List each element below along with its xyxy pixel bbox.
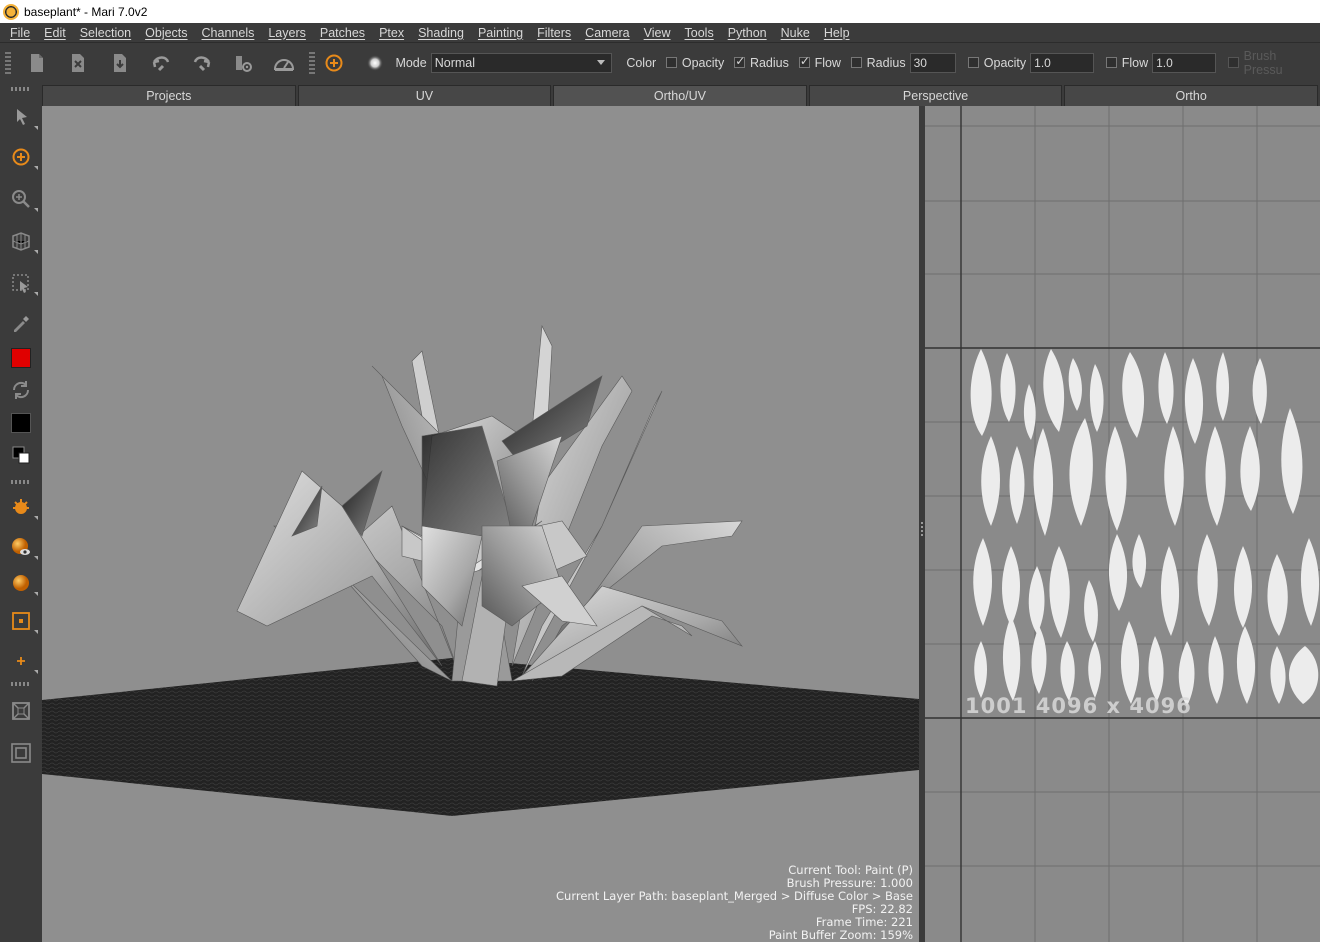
menu-painting[interactable]: Painting <box>478 26 523 40</box>
chevron-down-icon <box>597 60 606 65</box>
default-colors-button[interactable] <box>8 442 34 468</box>
menu-nuke[interactable]: Nuke <box>781 26 810 40</box>
tab-ortho[interactable]: Ortho <box>1064 85 1318 106</box>
viewport-hud: Current Tool: Paint (P) Brush Pressure: … <box>556 864 913 942</box>
fit-all-button[interactable] <box>8 740 34 766</box>
menu-patches[interactable]: Patches <box>320 26 365 40</box>
menu-shading[interactable]: Shading <box>418 26 464 40</box>
clone-tool-button[interactable] <box>8 186 38 212</box>
radius-label: Radius <box>866 55 906 70</box>
splitter-grip[interactable] <box>921 520 923 536</box>
menu-camera[interactable]: Camera <box>585 26 629 40</box>
new-file-icon[interactable] <box>25 51 50 75</box>
flow-field[interactable]: 1.0 <box>1152 52 1216 73</box>
flow-label: Flow <box>1121 55 1149 70</box>
radius-pressure-checkbox[interactable] <box>734 54 745 68</box>
fit-view-button[interactable] <box>8 698 34 724</box>
swap-colors-button[interactable] <box>8 377 34 403</box>
undo-icon[interactable] <box>148 51 173 75</box>
blend-mode-select[interactable]: Normal <box>430 52 613 73</box>
menu-ptex[interactable]: Ptex <box>379 26 404 40</box>
mode-label: Mode <box>395 55 427 70</box>
opacity-pressure-label: Opacity <box>681 55 725 70</box>
redo-icon[interactable] <box>189 51 214 75</box>
secondary-color-fill <box>11 413 31 433</box>
menu-tools[interactable]: Tools <box>685 26 714 40</box>
paint-tool-button[interactable] <box>8 144 38 170</box>
menu-filters[interactable]: Filters <box>537 26 571 40</box>
projection-grid-button[interactable] <box>8 228 38 254</box>
close-file-icon[interactable] <box>66 51 91 75</box>
tab-uv[interactable]: UV <box>297 85 552 106</box>
frame-selection-button[interactable] <box>8 608 38 634</box>
flow-pressure-checkbox[interactable] <box>798 54 810 68</box>
menu-help[interactable]: Help <box>824 26 850 40</box>
tab-projects[interactable]: Projects <box>42 85 296 106</box>
performance-gauge-icon[interactable] <box>271 51 296 75</box>
tab-ortho-uv[interactable]: Ortho/UV <box>553 85 807 106</box>
palette-grip[interactable] <box>11 87 31 91</box>
opacity-field[interactable]: 1.0 <box>1030 52 1095 73</box>
title-bar: baseplant* - Mari 7.0v2 <box>0 0 1320 23</box>
flow-checkbox[interactable] <box>1106 57 1117 68</box>
radius-checkbox[interactable] <box>850 57 862 68</box>
uv-grid <box>925 106 1320 942</box>
menu-file[interactable]: File <box>10 26 30 40</box>
radius-field[interactable]: 30 <box>909 52 957 73</box>
uv-viewport[interactable]: 1001 4096 x 4096 <box>925 106 1320 942</box>
uv-tile-label: 1001 4096 x 4096 <box>965 694 1192 718</box>
eyedropper-button[interactable] <box>8 310 34 336</box>
menu-channels[interactable]: Channels <box>202 26 255 40</box>
secondary-color-swatch[interactable] <box>8 410 34 436</box>
main-toolbar: Mode Normal Color Opacity Radius Flow Ra… <box>0 42 1320 82</box>
menu-python[interactable]: Python <box>728 26 767 40</box>
uv-shells <box>970 349 1320 706</box>
menu-selection[interactable]: Selection <box>80 26 131 40</box>
opacity-label: Opacity <box>983 55 1027 70</box>
hud-paint-buffer-zoom: Paint Buffer Zoom: 159% <box>768 928 913 942</box>
toolbar-grip[interactable] <box>5 51 11 74</box>
color-label: Color <box>626 55 657 70</box>
menu-view[interactable]: View <box>644 26 671 40</box>
brush-preview-icon[interactable] <box>362 51 387 75</box>
window-title: baseplant* - Mari 7.0v2 <box>24 4 148 19</box>
plant-mesh <box>236 324 743 687</box>
paint-tool-icon[interactable] <box>321 51 346 75</box>
menu-layers[interactable]: Layers <box>268 26 306 40</box>
toolbar-grip-2[interactable] <box>309 51 316 74</box>
opacity-checkbox[interactable] <box>968 57 979 68</box>
blend-mode-value: Normal <box>434 55 476 70</box>
view-tabs: Projects UV Ortho/UV Perspective Ortho <box>42 82 1320 106</box>
tab-perspective[interactable]: Perspective <box>808 85 1063 106</box>
palette-grip-3[interactable] <box>11 682 31 686</box>
visibility-toggle-button[interactable] <box>8 534 38 560</box>
object-sphere-button[interactable] <box>8 570 38 596</box>
menu-objects[interactable]: Objects <box>145 26 187 40</box>
select-tool-button[interactable] <box>8 104 38 130</box>
add-marker-button[interactable] <box>8 648 38 674</box>
primary-color-swatch[interactable] <box>8 345 34 371</box>
3d-viewport[interactable]: Current Tool: Paint (P) Brush Pressure: … <box>42 106 919 942</box>
radius-pressure-label: Radius <box>749 55 789 70</box>
tool-palette <box>0 82 42 942</box>
palette-grip-2[interactable] <box>11 480 31 484</box>
opacity-pressure-checkbox[interactable] <box>666 57 677 68</box>
brush-pressure-checkbox[interactable] <box>1227 57 1239 68</box>
menu-edit[interactable]: Edit <box>44 26 66 40</box>
save-file-icon[interactable] <box>107 51 132 75</box>
mari-app-icon <box>3 3 19 20</box>
menu-bar: File Edit Selection Objects Channels Lay… <box>0 23 1320 42</box>
viewport-scene <box>42 324 919 816</box>
shader-tool-button[interactable] <box>8 494 38 520</box>
project-settings-icon[interactable] <box>230 51 255 75</box>
brush-pressure-label: Brush Pressu <box>1243 48 1283 77</box>
flow-pressure-label: Flow <box>814 55 841 70</box>
marquee-select-button[interactable] <box>8 270 38 296</box>
primary-color-fill <box>11 348 31 368</box>
